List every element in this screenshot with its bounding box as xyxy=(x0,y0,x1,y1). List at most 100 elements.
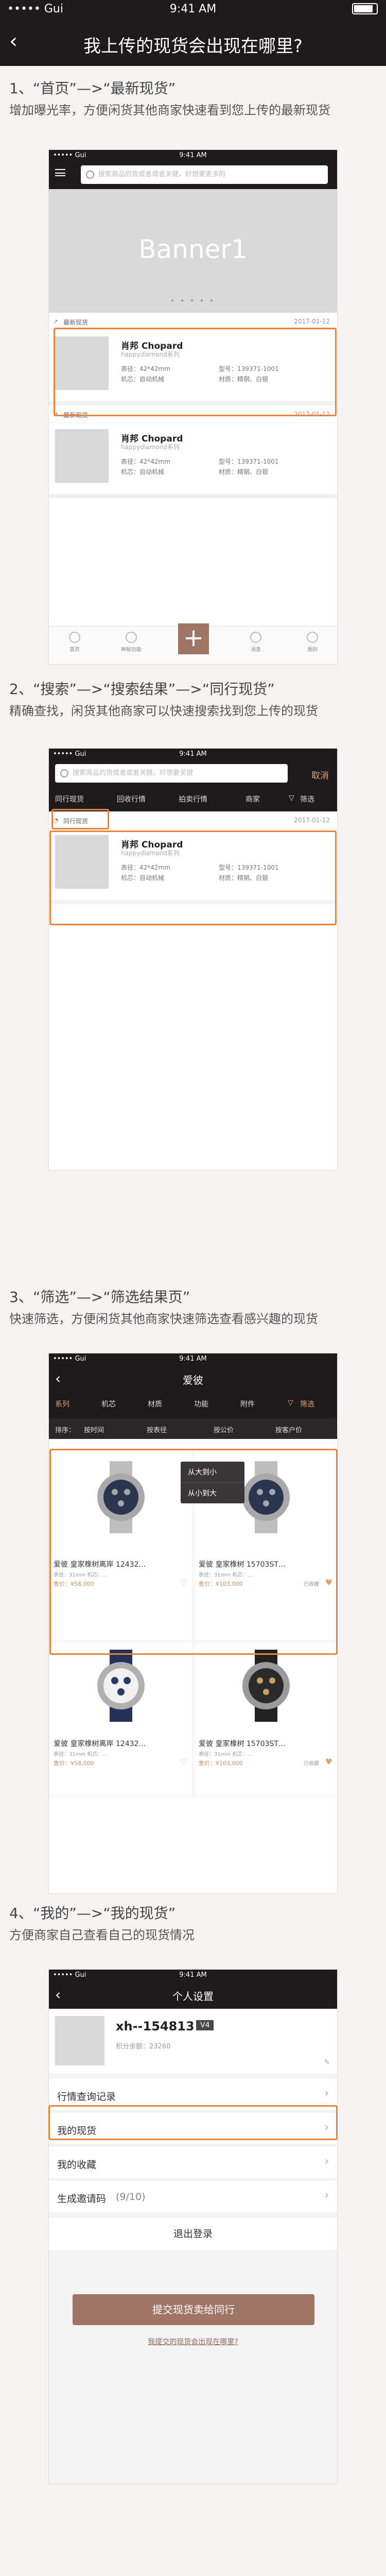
highlight-latest-stock xyxy=(54,328,337,416)
mine-page-title: 个人设置 xyxy=(172,1990,214,2003)
section-1-title: 1、“首页”—>“最新现货” xyxy=(9,80,176,97)
invite-count: (9/10) xyxy=(116,2191,146,2202)
search-input[interactable]: 搜索商品的货或者或者关键，好想要关键 xyxy=(55,764,288,783)
card-spec: 型号：139371-1001 xyxy=(219,458,279,465)
tab-auction[interactable]: 拍卖行情 xyxy=(179,794,207,804)
row-label: 我的收藏 xyxy=(57,2159,97,2171)
watch-image xyxy=(242,1650,290,1722)
stock-location-link[interactable]: 我提交的现货会出现在哪里? xyxy=(49,2336,337,2347)
tab-movement[interactable]: 机芯 xyxy=(101,1399,116,1409)
card-spec: 表径：42*42mm xyxy=(121,458,170,465)
battery-icon xyxy=(352,3,378,14)
section-4-desc: 方便商家自己查看自己的现货情况 xyxy=(9,1928,195,1942)
row-my-favorites[interactable]: 我的收藏 › xyxy=(49,2147,337,2179)
watch-image xyxy=(97,1650,145,1722)
profile-card[interactable]: xh--154813 V4 积分余额：23260 ✎ xyxy=(49,2009,337,2074)
card-series: happydiamond系列 xyxy=(121,444,180,451)
sort-label: 排序： xyxy=(55,1427,76,1434)
tab-series[interactable]: 系列 xyxy=(55,1399,69,1409)
search-tabs: 同行现货 回收行情 拍卖行情 商家 ▽ 筛选 xyxy=(49,788,337,811)
card-date: 2017-01-12 xyxy=(294,318,330,325)
home-card-2[interactable]: ↗ 最新现货 2017-01-12 肖邦 Chopard happydiamond系… xyxy=(49,405,337,498)
tab-home[interactable]: 首页 xyxy=(59,632,90,653)
heart-icon[interactable]: ♥ xyxy=(325,1757,332,1767)
sort-by-price[interactable]: 按公价 xyxy=(214,1425,234,1434)
bell-icon xyxy=(250,632,261,643)
tab-material[interactable]: 材质 xyxy=(148,1399,162,1409)
avatar xyxy=(55,2016,104,2065)
mock-status-bar: ••••• Gui 9:41 AM xyxy=(49,749,337,760)
sort-row: 排序： 按时间 按表径 按公价 按客户价 xyxy=(49,1418,337,1439)
home-search-bar: 搜索商品的货或者或者关键，好想要更多的 xyxy=(49,161,337,189)
settings-list: 行情查询记录 › 我的现货 › 我的收藏 › 生成邀请码 (9/10) › xyxy=(49,2079,337,2214)
points-balance: 积分余额：23260 xyxy=(116,2043,171,2050)
tab-recycle[interactable]: 回收行情 xyxy=(117,794,146,804)
banner[interactable]: Banner1 • • • • • xyxy=(49,189,337,313)
card-thumbnail xyxy=(55,429,109,483)
tab-mine[interactable]: 我的 xyxy=(297,632,328,653)
card-spec: 机芯：自动机械 xyxy=(121,468,165,476)
status-bar: ••••• Gui 9:41 AM xyxy=(0,0,386,19)
home-search-input[interactable]: 搜索商品的货或者或者关键，好想要更多的 xyxy=(81,165,328,184)
edit-icon[interactable]: ✎ xyxy=(324,2058,330,2066)
filter-button[interactable]: 筛选 xyxy=(300,794,314,804)
row-label: 行情查询记录 xyxy=(57,2091,116,2103)
tab-function[interactable]: 功能 xyxy=(194,1399,208,1409)
card-spec: 材质：精钢、白银 xyxy=(219,468,269,476)
sort-by-time[interactable]: 按时间 xyxy=(84,1425,104,1434)
highlight-peer-tab xyxy=(51,809,109,829)
tab-messages[interactable]: 消息 xyxy=(240,632,271,653)
product-name: 爱彼 皇家橡树离岸 12432… xyxy=(54,1740,146,1748)
product-spec: 表径：31mm 机芯：... xyxy=(54,1752,108,1757)
tab-peer-stock[interactable]: 同行现货 xyxy=(55,794,84,804)
mine-mockup: ••••• Gui 9:41 AM ‹ 个人设置 xh--154813 V4 积… xyxy=(48,1969,338,2484)
mock-time: 9:41 AM xyxy=(179,151,207,159)
card-date: 2017-01-12 xyxy=(294,817,330,824)
product-price: 售价：¥58,000 xyxy=(54,1760,94,1767)
banner-dots: • • • • • xyxy=(170,297,216,304)
heart-icon[interactable]: ♡ xyxy=(180,1757,187,1767)
tab-bar: 首页 神秘功能 + 消息 我的 xyxy=(49,623,337,664)
home-icon xyxy=(69,632,80,643)
tab-accessory[interactable]: 附件 xyxy=(240,1399,255,1409)
mock-time: 9:41 AM xyxy=(179,750,207,758)
tab-label: 神秘功能 xyxy=(121,647,142,653)
add-button[interactable]: + xyxy=(178,623,209,654)
filter-icon[interactable]: ▽ xyxy=(288,1399,293,1407)
tab-label: 消息 xyxy=(251,647,261,653)
section-2-desc: 精确查找，闲货其他商家可以快速搜索找到您上传的现货 xyxy=(9,704,318,718)
filter-category-tabs: 系列 机芯 材质 功能 附件 ▽ 筛选 xyxy=(49,1393,337,1418)
highlight-search-result xyxy=(49,831,337,925)
filter-icon[interactable]: ▽ xyxy=(289,794,294,802)
filter-button[interactable]: 筛选 xyxy=(300,1399,314,1409)
submit-stock-button[interactable]: 提交现货卖给同行 xyxy=(73,2294,314,2325)
mock-time: 9:41 AM xyxy=(179,1971,207,1979)
gift-icon xyxy=(126,632,137,643)
logout-button[interactable]: 退出登录 xyxy=(49,2218,337,2250)
filter-nav: ‹ 爱彼 xyxy=(49,1365,337,1393)
mock-status-bar: ••••• Gui 9:41 AM xyxy=(49,1970,337,1981)
status-time: 9:41 AM xyxy=(169,3,217,15)
row-invite-code[interactable]: 生成邀请码 (9/10) › xyxy=(49,2181,337,2213)
product-price: 售价：¥103,000 xyxy=(199,1760,243,1767)
filter-page-title: 爱彼 xyxy=(183,1374,203,1386)
chevron-right-icon: › xyxy=(324,2087,329,2100)
product-item[interactable]: 爱彼 皇家橡树 15703ST… 表径：31mm 机芯：... 售价：¥103,… xyxy=(194,1642,337,1797)
mock-time: 9:41 AM xyxy=(179,1355,207,1363)
chevron-right-icon: › xyxy=(324,2189,329,2202)
sort-by-size[interactable]: 按表径 xyxy=(147,1425,167,1434)
tab-label: 首页 xyxy=(69,647,80,653)
cancel-button[interactable]: 取消 xyxy=(311,768,329,781)
sort-by-client-price[interactable]: 按客户价 xyxy=(275,1425,302,1434)
row-label: 生成邀请码 xyxy=(57,2193,107,2205)
mine-nav: ‹ 个人设置 xyxy=(49,1981,337,2009)
mock-status-bar: ••••• Gui 9:41 AM xyxy=(49,1353,337,1365)
tab-mystery[interactable]: 神秘功能 xyxy=(116,632,147,653)
username: xh--154813 xyxy=(116,2019,195,2033)
highlight-filter-results xyxy=(49,1449,338,1655)
page-title: 我上传的现货会出现在哪里? xyxy=(83,36,303,57)
product-name: 爱彼 皇家橡树 15703ST… xyxy=(199,1740,286,1748)
level-badge: V4 xyxy=(196,2020,214,2030)
tab-merchant[interactable]: 商家 xyxy=(245,794,260,804)
product-item[interactable]: 爱彼 皇家橡树离岸 12432… 表径：31mm 机芯：... 售价：¥58,0… xyxy=(49,1642,193,1797)
